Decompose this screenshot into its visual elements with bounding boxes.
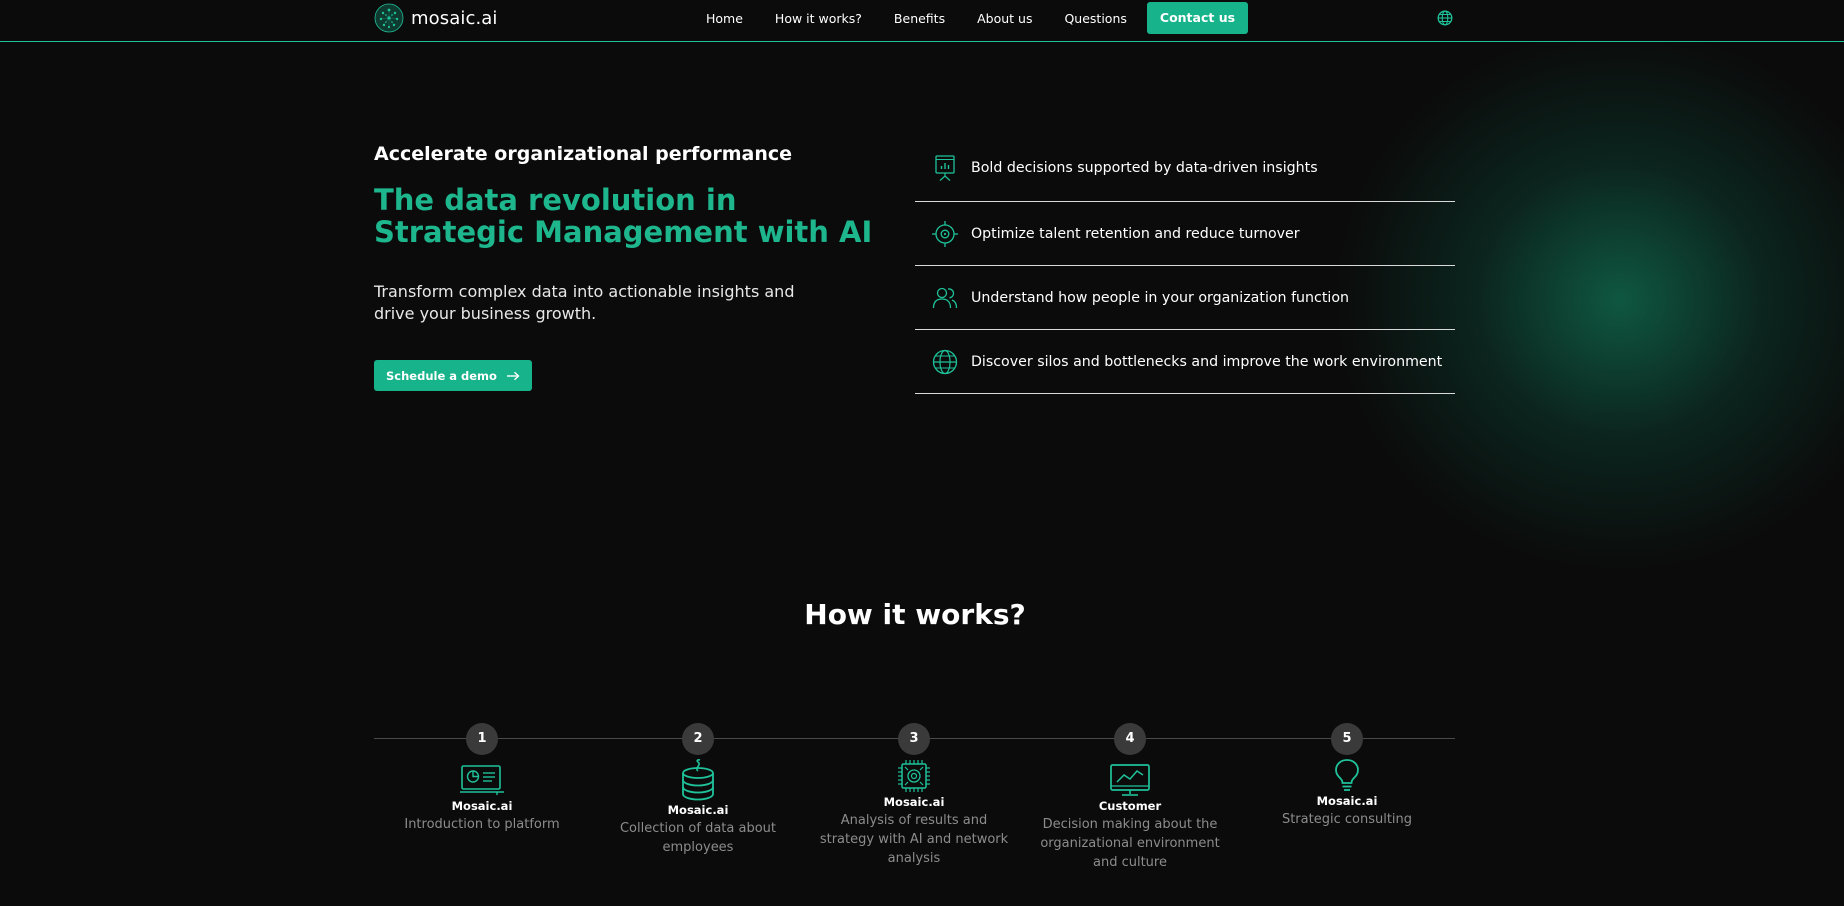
nav-benefits[interactable]: Benefits [894, 11, 945, 26]
monitor-chart-icon [1110, 764, 1150, 796]
contact-us-button[interactable]: Contact us [1146, 2, 1249, 34]
hero-description: Transform complex data into actionable i… [374, 282, 795, 323]
nav-questions[interactable]: Questions [1064, 11, 1126, 26]
feature-text: Optimize talent retention and reduce tur… [971, 225, 1300, 242]
schedule-demo-label: Schedule a demo [386, 368, 497, 383]
feature-item: Optimize talent retention and reduce tur… [915, 202, 1455, 266]
monitor-dashboard-icon [460, 765, 504, 795]
database-icon [682, 759, 714, 801]
hero-eyebrow: Accelerate organizational performance [374, 143, 793, 165]
schedule-demo-button[interactable]: Schedule a demo [374, 360, 532, 391]
target-icon [932, 220, 958, 247]
globe-icon[interactable] [1437, 10, 1453, 26]
hero-headline: The data revolution in Strategic Managem… [374, 183, 873, 249]
step-number: 5 [1331, 723, 1363, 755]
feature-text: Bold decisions supported by data-driven … [971, 159, 1318, 176]
main-menu: Home How it works? Benefits About us Que… [706, 0, 1249, 36]
nav-home[interactable]: Home [706, 11, 743, 26]
how-it-works-title: How it works? [804, 598, 1026, 631]
users-icon [932, 287, 958, 308]
step-actor: Mosaic.ai [667, 803, 729, 817]
step-actor: Mosaic.ai [1316, 794, 1378, 808]
step-description: Decision making about the organizational… [1040, 817, 1220, 870]
globe-icon [932, 349, 958, 374]
step-number: 1 [466, 723, 498, 755]
step-description: Collection of data about employees [619, 821, 777, 855]
lightbulb-icon [1335, 759, 1359, 791]
step-number: 3 [898, 723, 930, 755]
step-actor: Mosaic.ai [883, 795, 945, 809]
step-number: 4 [1114, 723, 1146, 755]
step-4: 4 Customer Decision making about the org… [1030, 723, 1230, 872]
step-number: 2 [682, 723, 714, 755]
step-5: 5 Mosaic.ai Strategic consulting [1247, 723, 1447, 829]
feature-list: Bold decisions supported by data-driven … [915, 136, 1455, 394]
step-actor: Customer [1098, 799, 1162, 813]
ai-chip-icon [898, 760, 930, 792]
top-nav: mosaic.ai Home How it works? Benefits Ab… [0, 0, 1844, 42]
step-1: 1 Mosaic.ai Introduction to platform [382, 723, 582, 834]
step-actor: Mosaic.ai [451, 799, 513, 813]
presentation-chart-icon [935, 154, 955, 181]
step-description: Introduction to platform [404, 817, 560, 832]
arrow-right-icon [506, 371, 520, 380]
logo[interactable]: mosaic.ai [374, 3, 498, 33]
step-2: 2 Mosaic.ai Collection of data about emp… [598, 723, 798, 857]
feature-item: Understand how people in your organizati… [915, 266, 1455, 330]
feature-item: Discover silos and bottlenecks and impro… [915, 330, 1455, 394]
nav-how-it-works[interactable]: How it works? [775, 11, 862, 26]
step-3: 3 Mosaic.ai Analysis of results and stra… [814, 723, 1014, 868]
mosaic-logo-icon [374, 3, 404, 33]
feature-text: Understand how people in your organizati… [971, 289, 1350, 306]
page: mosaic.ai Home How it works? Benefits Ab… [0, 0, 1844, 906]
feature-text: Discover silos and bottlenecks and impro… [971, 353, 1443, 370]
logo-text: mosaic.ai [411, 7, 498, 29]
nav-about-us[interactable]: About us [977, 11, 1032, 26]
step-description: Analysis of results and strategy with AI… [819, 813, 1009, 866]
step-description: Strategic consulting [1281, 812, 1413, 827]
feature-item: Bold decisions supported by data-driven … [915, 136, 1455, 202]
